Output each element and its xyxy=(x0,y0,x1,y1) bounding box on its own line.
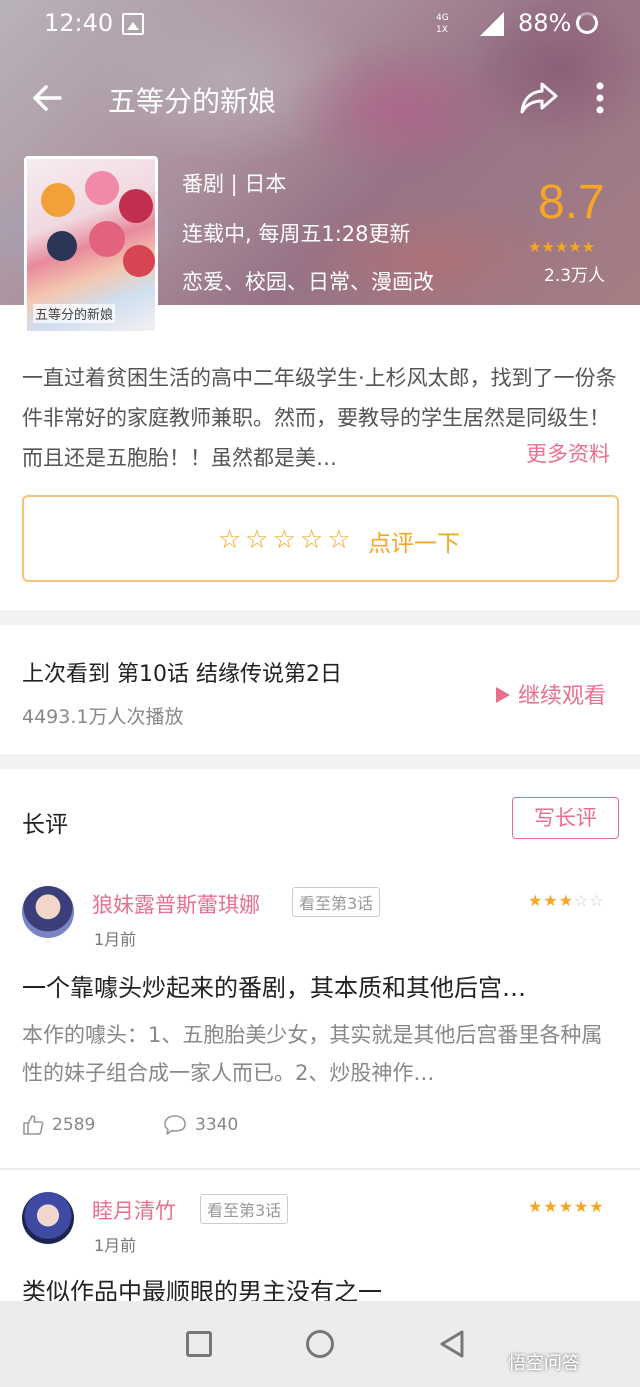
comment-icon[interactable] xyxy=(163,1114,187,1136)
progress-badge: 看至第3话 xyxy=(292,887,381,917)
meta-schedule: 连载中, 每周五1:28更新 xyxy=(182,222,411,246)
share-icon[interactable] xyxy=(518,76,560,118)
review-username[interactable]: 狼妹露普斯蕾琪娜 xyxy=(92,889,260,919)
app-bar: 五等分的新娘 xyxy=(0,48,640,148)
review-divider xyxy=(0,1168,640,1170)
network-type: 4G xyxy=(436,13,449,23)
avatar[interactable] xyxy=(22,1192,74,1244)
page-title: 五等分的新娘 xyxy=(108,85,277,118)
battery-level: 88% xyxy=(518,9,572,37)
cover-image[interactable]: 五等分的新娘 xyxy=(24,156,158,334)
continue-watching-button[interactable]: 继续观看 xyxy=(496,678,606,710)
continue-label: 继续观看 xyxy=(518,684,607,709)
progress-badge: 看至第3话 xyxy=(200,1194,289,1224)
review-rating-stars: ★★★☆☆ xyxy=(528,891,605,910)
more-options-icon[interactable] xyxy=(588,78,612,118)
rate-button[interactable]: ☆☆☆☆☆ 点评一下 xyxy=(22,495,619,582)
system-nav-bar: 悟空问答 xyxy=(0,1301,640,1387)
back-arrow-icon[interactable] xyxy=(28,78,68,118)
section-divider xyxy=(0,754,640,769)
meta-tags: 恋爱、校园、日常、漫画改 xyxy=(182,270,434,294)
section-divider xyxy=(0,610,640,625)
status-bar: 12:40 4G 1X 88% xyxy=(0,0,640,48)
signal-icon xyxy=(480,12,504,36)
reviews-section-title: 长评 xyxy=(22,812,68,838)
rating-stars: ★★★★★ xyxy=(528,238,596,256)
rating-count: 2.3万人 xyxy=(544,266,606,286)
comment-count: 3340 xyxy=(195,1115,239,1135)
play-icon xyxy=(496,687,510,703)
review-rating-stars: ★★★★★ xyxy=(528,1197,605,1216)
review-body[interactable]: 本作的噱头：1、五胞胎美少女，其实就是其他后宫番里各种属性的妹子组合成一家人而已… xyxy=(22,1016,622,1092)
meta-category: 番剧 | 日本 xyxy=(182,172,287,196)
network-indicator: 4G 1X xyxy=(436,12,472,36)
rate-label: 点评一下 xyxy=(368,531,460,557)
review-username[interactable]: 睦月清竹 xyxy=(92,1195,176,1225)
stars-empty: ☆☆ xyxy=(574,891,605,910)
review-time: 1月前 xyxy=(94,1236,137,1255)
status-time: 12:40 xyxy=(44,9,114,37)
stars-filled: ★★★ xyxy=(528,891,575,910)
watermark: 悟空问答 xyxy=(508,1353,580,1374)
stars-filled: ★★★★★ xyxy=(528,1197,605,1216)
play-count: 4493.1万人次播放 xyxy=(22,706,184,728)
rating-score: 8.7 xyxy=(538,176,605,229)
nav-back-icon[interactable] xyxy=(438,1329,466,1359)
write-review-button[interactable]: 写长评 xyxy=(512,797,619,839)
review-title[interactable]: 一个靠噱头炒起来的番剧，其本质和其他后宫… xyxy=(22,968,526,1003)
like-count: 2589 xyxy=(52,1115,96,1135)
recent-apps-icon[interactable] xyxy=(186,1331,212,1357)
home-icon[interactable] xyxy=(306,1330,334,1358)
avatar[interactable] xyxy=(22,886,74,938)
battery-ring-icon xyxy=(576,12,598,34)
image-notification-icon xyxy=(122,13,144,35)
last-watched: 上次看到 第10话 结缘传说第2日 xyxy=(22,662,342,687)
empty-stars-icon: ☆☆☆☆☆ xyxy=(218,525,355,555)
more-info-link[interactable]: 更多资料 xyxy=(522,438,610,468)
network-type-secondary: 1X xyxy=(436,25,448,35)
cover-caption: 五等分的新娘 xyxy=(33,304,116,323)
review-time: 1月前 xyxy=(94,930,137,949)
like-icon[interactable] xyxy=(22,1114,44,1136)
